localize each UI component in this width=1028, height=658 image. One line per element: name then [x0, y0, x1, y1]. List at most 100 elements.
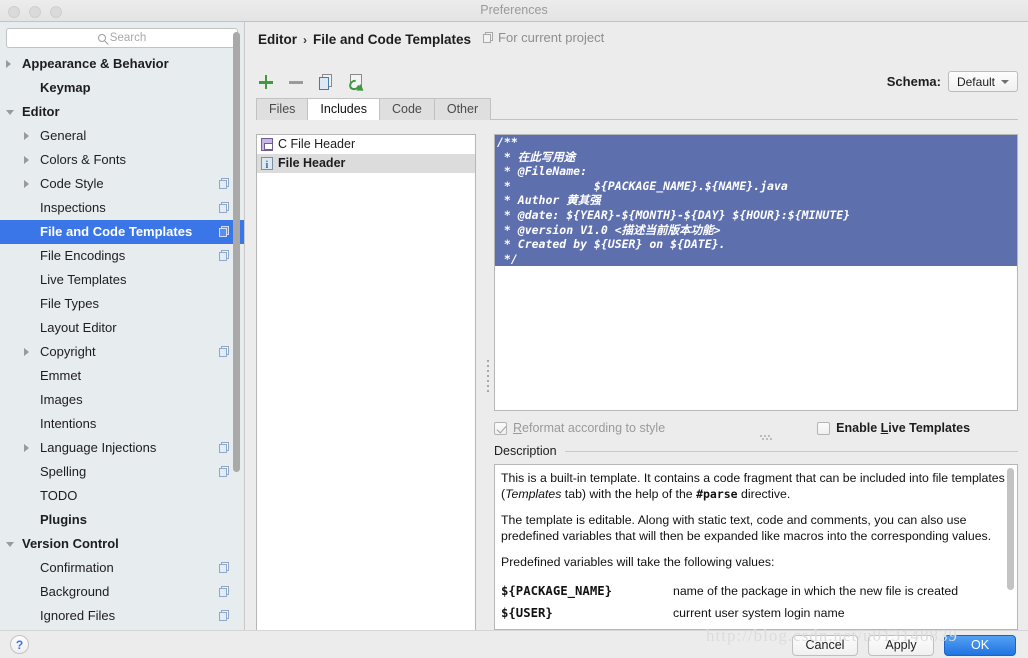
- sidebar-item-editor[interactable]: Editor: [0, 100, 244, 124]
- search-input[interactable]: Search: [6, 28, 238, 48]
- main-panel: Editor › File and Code Templates For cur…: [246, 22, 1028, 632]
- info-file-icon: [261, 156, 273, 175]
- search-field-wrapper[interactable]: Search: [6, 28, 238, 48]
- chevron-right-icon[interactable]: [6, 60, 11, 68]
- project-scope-icon: [219, 586, 230, 598]
- sidebar-item-plugins[interactable]: Plugins: [0, 508, 244, 532]
- reset-template-button[interactable]: [346, 72, 366, 94]
- sidebar-item-label: Layout Editor: [40, 320, 117, 335]
- chevron-right-icon[interactable]: [24, 444, 29, 452]
- variable-meaning: current user system login name: [673, 605, 845, 620]
- reformat-checkbox[interactable]: Reformat according to style: [494, 421, 665, 435]
- sidebar-item-label: Emmet: [40, 368, 82, 383]
- panel-splitter[interactable]: [484, 352, 493, 400]
- sidebar-scrollbar[interactable]: [232, 32, 241, 472]
- sidebar-item-label: Images: [40, 392, 83, 407]
- sidebar-item-spelling[interactable]: Spelling: [0, 460, 244, 484]
- sidebar-item-colors-fonts[interactable]: Colors & Fonts: [0, 148, 244, 172]
- settings-tree[interactable]: Appearance & Behavior Keymap Editor General…: [0, 52, 244, 630]
- sidebar-item-file-and-code-templates[interactable]: File and Code Templates: [0, 220, 244, 244]
- sidebar-item-label: TODO: [40, 488, 78, 503]
- list-item-label: C File Header: [278, 137, 356, 151]
- list-item[interactable]: File Header: [257, 154, 475, 175]
- sidebar-item-inspections[interactable]: Inspections: [0, 196, 244, 220]
- chevron-right-icon[interactable]: [24, 132, 29, 140]
- schema-label: Schema:: [886, 74, 941, 89]
- reformat-checkbox-label: Reformat according to style: [513, 421, 666, 435]
- sidebar-item-emmet[interactable]: Emmet: [0, 364, 244, 388]
- project-scope-icon: [219, 562, 230, 574]
- project-scope-icon: [219, 226, 230, 238]
- tab-includes[interactable]: Includes: [308, 98, 380, 120]
- sidebar-item-live-templates[interactable]: Live Templates: [0, 268, 244, 292]
- schema-value: Default: [956, 74, 995, 89]
- table-row: ${USER} current user system login name: [501, 604, 1007, 626]
- tab-files[interactable]: Files: [256, 98, 309, 120]
- chevron-right-icon[interactable]: [24, 156, 29, 164]
- tab-other[interactable]: Other: [434, 98, 492, 120]
- template-code[interactable]: /** * 在此写用途 * @FileName: * ${PACKAGE_NAM…: [495, 135, 1017, 267]
- description-scrollbar-thumb[interactable]: [1007, 468, 1014, 590]
- chevron-down-icon[interactable]: [6, 110, 14, 115]
- breadcrumb-parent[interactable]: Editor: [258, 32, 297, 47]
- live-templates-checkbox[interactable]: Enable Live Templates: [817, 421, 970, 435]
- resize-grip-icon[interactable]: [760, 435, 774, 440]
- sidebar-item-file-encodings[interactable]: File Encodings: [0, 244, 244, 268]
- sidebar-item-label: Language Injections: [40, 440, 157, 455]
- remove-template-button[interactable]: [286, 72, 306, 92]
- project-scope-icon: [219, 346, 230, 358]
- help-button[interactable]: ?: [10, 635, 29, 654]
- schema-dropdown[interactable]: Default: [947, 71, 1018, 92]
- sidebar-item-label: Appearance & Behavior: [22, 56, 169, 71]
- chevron-right-icon[interactable]: [24, 348, 29, 356]
- description-scrollbar[interactable]: [1007, 468, 1015, 626]
- sidebar-item-label: File Encodings: [40, 248, 126, 263]
- copy-template-button[interactable]: [316, 72, 336, 92]
- sidebar-item-label: Confirmation: [40, 560, 114, 575]
- description-panel: This is a built-in template. It contains…: [494, 464, 1018, 630]
- breadcrumb-current: File and Code Templates: [313, 31, 472, 47]
- project-scope-icon: [483, 31, 494, 44]
- reformat-checkbox-box[interactable]: [494, 421, 507, 435]
- description-header: Description: [494, 444, 1018, 458]
- apply-button[interactable]: Apply: [868, 635, 934, 656]
- sidebar-item-keymap[interactable]: Keymap: [0, 76, 244, 100]
- sidebar-item-label: Spelling: [40, 464, 87, 479]
- sidebar-item-images[interactable]: Images: [0, 388, 244, 412]
- sidebar-item-confirmation[interactable]: Confirmation: [0, 556, 244, 580]
- sidebar-item-ignored-files[interactable]: Ignored Files: [0, 604, 244, 628]
- sidebar-item-todo[interactable]: TODO: [0, 484, 244, 508]
- template-tabs[interactable]: Files Includes Code Other: [256, 98, 1018, 120]
- project-scope-icon: [219, 202, 230, 214]
- live-templates-checkbox-box[interactable]: [817, 421, 831, 435]
- chevron-right-icon[interactable]: [24, 180, 29, 188]
- ok-button[interactable]: OK: [944, 635, 1016, 656]
- sidebar-item-file-types[interactable]: File Types: [0, 292, 244, 316]
- sidebar-item-general[interactable]: General: [0, 124, 244, 148]
- sidebar-scrollbar-thumb[interactable]: [233, 32, 240, 472]
- description-paragraph-3: Predefined variables will take the follo…: [501, 555, 775, 570]
- list-item[interactable]: C File Header: [257, 135, 475, 154]
- tab-code[interactable]: Code: [379, 98, 435, 120]
- sidebar-item-label: Code Style: [40, 176, 104, 191]
- sidebar-item-layout-editor[interactable]: Layout Editor: [0, 316, 244, 340]
- sidebar-item-background[interactable]: Background: [0, 580, 244, 604]
- sidebar-item-code-style[interactable]: Code Style: [0, 172, 244, 196]
- sidebar-item-language-injections[interactable]: Language Injections: [0, 436, 244, 460]
- template-detail-panel: /** * 在此写用途 * @FileName: * ${PACKAGE_NAM…: [494, 120, 1018, 630]
- template-list[interactable]: C File Header File Header: [256, 134, 476, 632]
- sidebar-item-version-control[interactable]: Version Control: [0, 532, 244, 556]
- sidebar-item-copyright[interactable]: Copyright: [0, 340, 244, 364]
- sidebar-item-intentions[interactable]: Intentions: [0, 412, 244, 436]
- project-scope-icon: [219, 442, 230, 454]
- template-code-editor[interactable]: /** * 在此写用途 * @FileName: * ${PACKAGE_NAM…: [494, 134, 1018, 411]
- title-bar: Preferences: [0, 0, 1028, 22]
- cancel-button[interactable]: Cancel: [792, 635, 858, 656]
- chevron-down-icon[interactable]: [6, 542, 14, 547]
- settings-sidebar: Search Appearance & Behavior Keymap Editor…: [0, 22, 245, 630]
- sidebar-item-label: General: [40, 128, 87, 143]
- sidebar-item-appearance-behavior[interactable]: Appearance & Behavior: [0, 52, 244, 76]
- editor-options-row: Reformat according to style Enable Live …: [494, 416, 1018, 440]
- sidebar-item-label: Background: [40, 584, 110, 599]
- add-template-button[interactable]: [256, 72, 276, 92]
